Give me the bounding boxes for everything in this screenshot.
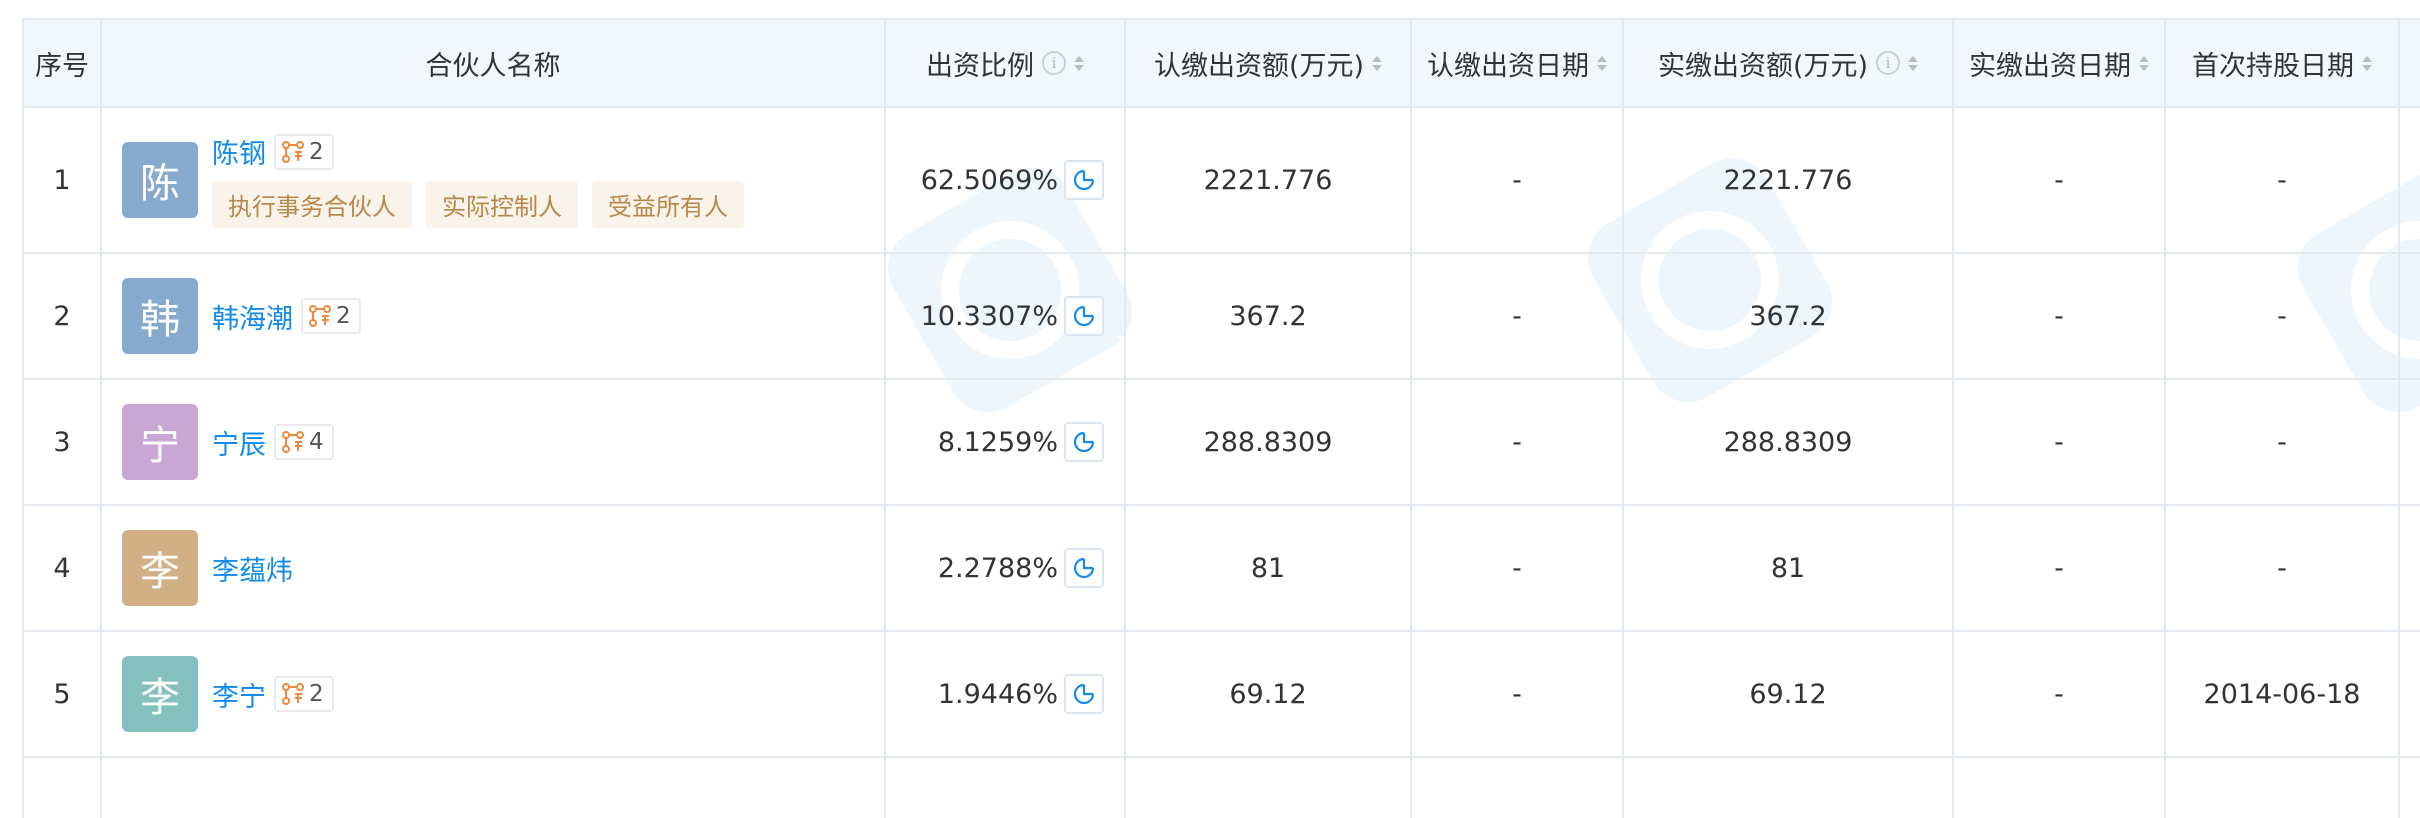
subscribed-date-cell: - [1412,380,1624,504]
header-first-hold-date[interactable]: 首次持股日期 [2166,20,2400,106]
subscribed-date-cell: - [1412,632,1624,756]
pie-chart-button[interactable] [1064,674,1104,714]
pie-chart-button[interactable] [1064,296,1104,336]
sort-icon[interactable] [1074,55,1084,71]
first-hold-date-cell: - [2166,506,2400,630]
paid-date-cell: - [1954,380,2166,504]
row-number: 2 [22,254,102,378]
row-number: 3 [22,380,102,504]
first-hold-date-cell: - [2166,254,2400,378]
avatar: 李 [122,656,198,732]
ratio-cell: 10.3307% [886,254,1126,378]
sort-icon[interactable] [1597,55,1607,71]
subscribed-cell: 367.2 [1126,254,1412,378]
subscribed-cell: 81 [1126,506,1412,630]
header-subscribed[interactable]: 认缴出资额(万元) [1126,20,1412,106]
pie-chart-button[interactable] [1064,422,1104,462]
partner-name-link[interactable]: 李宁 [212,675,266,714]
paid-cell: 81 [1624,506,1954,630]
subscribed-cell: 69.12 [1126,632,1412,756]
header-paid-date[interactable]: 实缴出资日期 [1954,20,2166,106]
partner-cell: 韩 韩海潮 2 [102,254,886,378]
first-hold-date-cell: - [2166,108,2400,252]
partner-name-link[interactable]: 宁辰 [212,423,266,462]
avatar: 李 [122,530,198,606]
relation-badge[interactable]: 2 [301,298,361,334]
info-icon[interactable]: i [1876,51,1901,75]
paid-date-cell: - [1954,254,2166,378]
partner-cell: 陈 陈钢 2 执行事务合伙人 实际控制人 受益所有人 [102,108,886,252]
sort-icon[interactable] [1908,55,1919,71]
tag: 执行事务合伙人 [212,181,412,228]
tag: 实际控制人 [426,181,578,228]
pie-chart-icon [1073,557,1095,579]
table-row: 1 陈 陈钢 2 执行事务合伙人 实际控制人 受益所有人 62.5069% 22… [22,108,2420,254]
row-number: 5 [22,632,102,756]
avatar: 陈 [122,142,198,218]
table-row: 5 李 李宁 2 1.9446% 69.12 - 69.12 - 2014-06… [22,632,2420,758]
avatar: 韩 [122,278,198,354]
relation-badge[interactable]: 2 [274,676,334,712]
row-number: 4 [22,506,102,630]
ratio-cell: 1.9446% [886,632,1126,756]
partner-cell: 李 李蕴炜 [102,506,886,630]
relation-graph-icon [282,140,304,163]
row-number: 1 [22,108,102,252]
pie-chart-button[interactable] [1064,160,1104,200]
pie-chart-icon [1073,431,1095,453]
paid-cell: 69.12 [1624,632,1954,756]
pie-chart-icon [1073,169,1095,191]
header-name: 合伙人名称 [102,20,886,106]
relation-graph-icon [282,431,304,453]
first-hold-date-cell: - [2166,380,2400,504]
table-row: 3 宁 宁辰 4 8.1259% 288.8309 - 288.8309 - - [22,380,2420,506]
ratio-cell: 2.2788% [886,506,1126,630]
subscribed-date-cell: - [1412,506,1624,630]
table-header: 序号 合伙人名称 出资比例 i 认缴出资额(万元) 认缴出资日期 实缴出资额(万… [22,18,2420,108]
subscribed-date-cell: - [1412,108,1624,252]
sort-icon[interactable] [2139,55,2149,71]
ratio-cell: 62.5069% [886,108,1126,252]
paid-date-cell: - [1954,108,2166,252]
header-subscribed-date[interactable]: 认缴出资日期 [1412,20,1624,106]
pie-chart-icon [1073,683,1095,705]
sort-icon[interactable] [2362,55,2372,71]
table-row: 2 韩 韩海潮 2 10.3307% 367.2 - 367.2 - - [22,254,2420,380]
table-row: 4 李 李蕴炜 2.2788% 81 - 81 - - [22,506,2420,632]
relation-graph-icon [282,683,304,705]
header-no: 序号 [22,20,102,106]
partner-cell: 李 李宁 2 [102,632,886,756]
tag: 受益所有人 [592,181,744,228]
pie-chart-icon [1073,305,1095,327]
partners-table: 序号 合伙人名称 出资比例 i 认缴出资额(万元) 认缴出资日期 实缴出资额(万… [22,18,2420,818]
header-ratio[interactable]: 出资比例 i [886,20,1126,106]
pie-chart-button[interactable] [1064,548,1104,588]
subscribed-cell: 288.8309 [1126,380,1412,504]
relation-badge[interactable]: 4 [274,424,334,460]
relation-graph-icon [309,305,331,327]
paid-date-cell: - [1954,632,2166,756]
partner-cell: 宁 宁辰 4 [102,380,886,504]
table-row [22,758,2420,818]
partner-name-link[interactable]: 韩海潮 [212,297,293,336]
paid-cell: 2221.776 [1624,108,1954,252]
ratio-cell: 8.1259% [886,380,1126,504]
partner-name-link[interactable]: 陈钢 [212,132,266,171]
info-icon[interactable]: i [1042,51,1066,75]
paid-cell: 367.2 [1624,254,1954,378]
sort-icon[interactable] [1372,55,1383,71]
subscribed-date-cell: - [1412,254,1624,378]
paid-cell: 288.8309 [1624,380,1954,504]
header-paid[interactable]: 实缴出资额(万元) i [1624,20,1954,106]
partner-name-link[interactable]: 李蕴炜 [212,549,293,588]
role-tags: 执行事务合伙人 实际控制人 受益所有人 [212,181,758,228]
relation-badge[interactable]: 2 [274,133,334,170]
avatar: 宁 [122,404,198,480]
first-hold-date-cell: 2014-06-18 [2166,632,2400,756]
subscribed-cell: 2221.776 [1126,108,1412,252]
paid-date-cell: - [1954,506,2166,630]
